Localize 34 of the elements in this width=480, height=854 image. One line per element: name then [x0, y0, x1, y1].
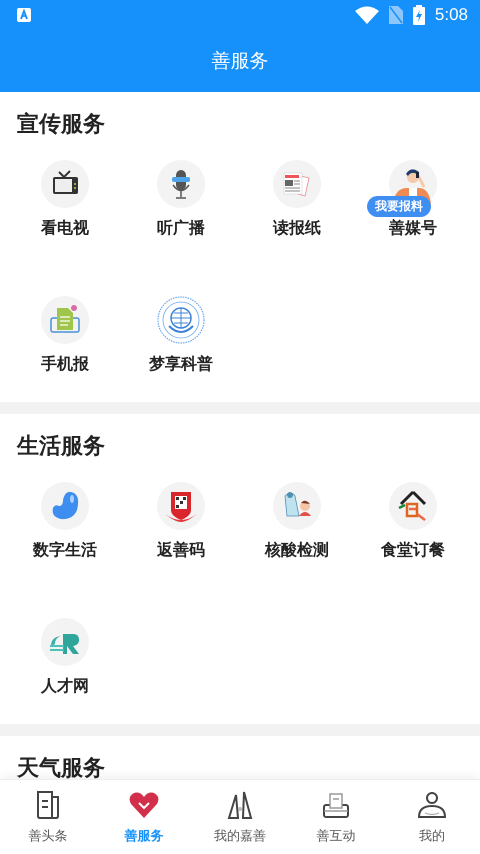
- clock: 5:08: [434, 5, 468, 25]
- service-label[interactable]: 返善码: [157, 540, 205, 560]
- wifi-icon: [354, 6, 379, 24]
- tab[interactable]: 我的嘉善: [192, 780, 288, 854]
- medic-icon: [273, 482, 321, 530]
- service-label[interactable]: 善媒号: [389, 218, 437, 238]
- section-title: 宣传服务: [16, 112, 106, 138]
- app-notification-icon: [17, 8, 31, 22]
- blob-icon: [41, 482, 89, 530]
- service-label[interactable]: 核酸检测: [265, 540, 329, 560]
- tab[interactable]: 我的: [384, 780, 480, 854]
- section-title: 生活服务: [16, 434, 106, 460]
- page-title: 善服务: [212, 49, 268, 74]
- service-label[interactable]: 看电视: [41, 218, 89, 238]
- service-label[interactable]: 人才网: [41, 676, 89, 696]
- service-label[interactable]: 梦享科普: [149, 354, 213, 374]
- service-label[interactable]: 读报纸: [273, 218, 321, 238]
- tab[interactable]: 善头条: [0, 780, 96, 854]
- microphone-icon: [157, 160, 205, 208]
- r-logo-icon: [41, 618, 89, 666]
- phone-document-icon: [41, 296, 89, 344]
- service-label[interactable]: 手机报: [41, 354, 89, 374]
- tv-icon: [41, 160, 89, 208]
- qr-shield-icon: [157, 482, 205, 530]
- battery-charging-icon: [412, 5, 425, 25]
- service-label[interactable]: 数字生活: [33, 540, 97, 560]
- service-label[interactable]: 听广播: [157, 218, 205, 238]
- newspaper-icon: [273, 160, 321, 208]
- globe-emblem-icon: [157, 296, 205, 344]
- no-sim-icon: [388, 6, 403, 24]
- service-label[interactable]: 食堂订餐: [381, 540, 445, 560]
- tab[interactable]: 善互动: [288, 780, 384, 854]
- section-title: 天气服务: [16, 756, 106, 779]
- user-icon: [416, 789, 448, 821]
